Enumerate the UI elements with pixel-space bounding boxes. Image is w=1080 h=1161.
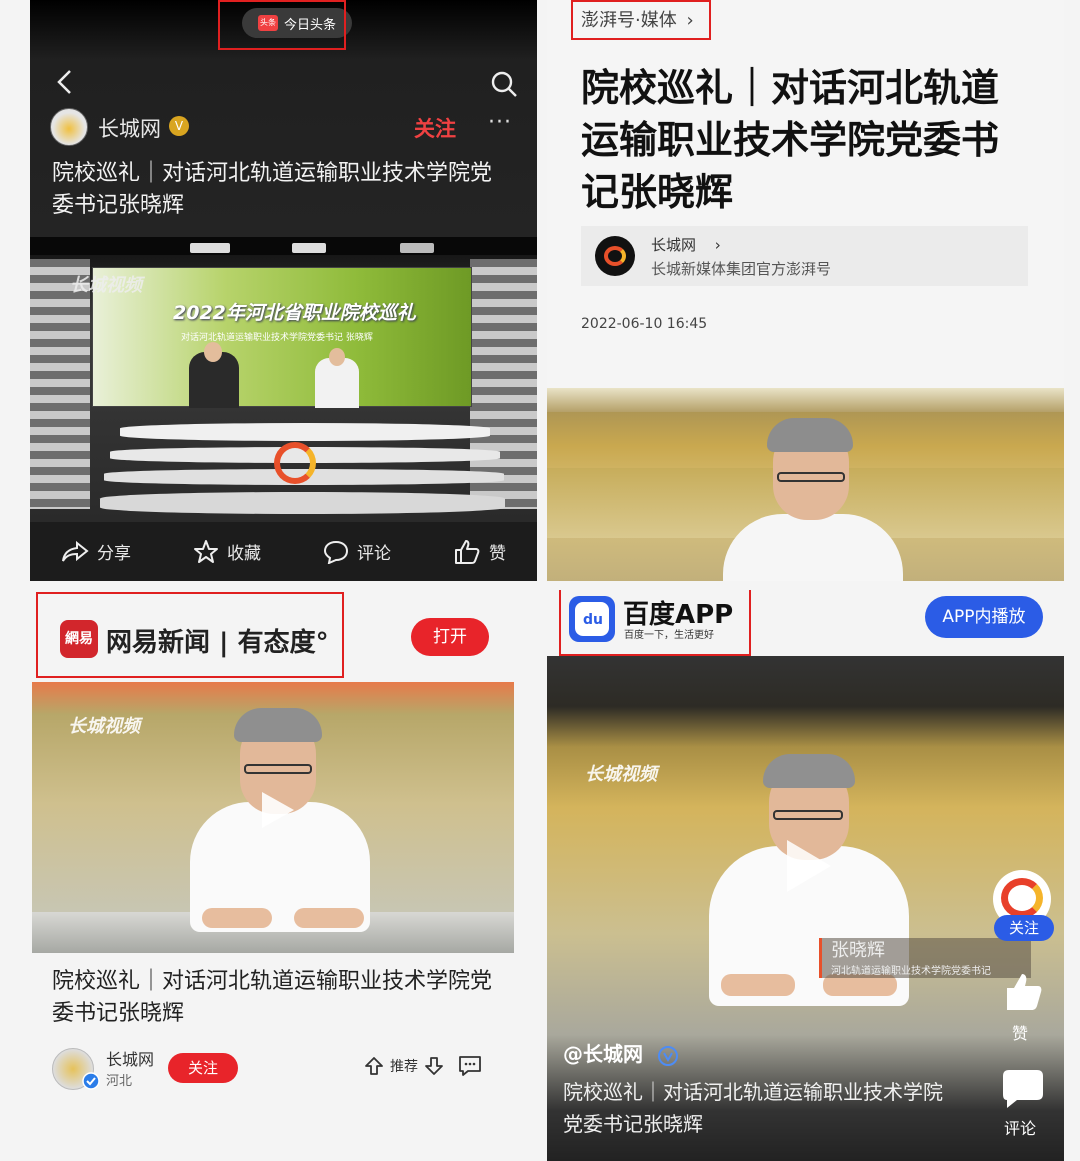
verified-badge-icon: [82, 1072, 100, 1090]
comment-label: 评论: [357, 544, 391, 564]
favorite-label: 收藏: [227, 544, 261, 564]
more-options-icon[interactable]: ···: [488, 110, 512, 135]
arrow-down-icon[interactable]: [424, 1056, 444, 1076]
baidu-panel: du 百度APP 百度一下，生活更好 APP内播放 长城视频 张晓辉 河北轨道运…: [547, 590, 1064, 1161]
search-icon[interactable]: [490, 70, 518, 98]
video-watermark: 长城视频: [68, 716, 140, 737]
pengpai-panel: 澎湃号·媒体 › 院校巡礼｜对话河北轨道运输职业技术学院党委书记张晓辉 长城网 …: [547, 0, 1064, 581]
toutiao-header: 头条 今日头条 长城网 V 关注 ··· 院校巡礼｜对话河北轨道运输职业技术学院…: [30, 0, 537, 237]
recommend-control: 推荐: [364, 1055, 482, 1077]
verified-badge-icon: [657, 1045, 678, 1066]
baidu-video-caption: 院校巡礼｜对话河北轨道运输职业技术学院党委书记张晓辉: [563, 1080, 943, 1136]
comment-icon: [323, 540, 349, 564]
share-label: 分享: [97, 544, 131, 564]
thumbs-up-icon: [455, 539, 480, 564]
favorite-button[interactable]: 收藏: [193, 539, 261, 565]
like-label: 赞: [489, 544, 506, 564]
play-icon[interactable]: [779, 836, 835, 896]
arrow-up-icon[interactable]: [364, 1056, 384, 1076]
toutiao-panel: 头条 今日头条 长城网 V 关注 ··· 院校巡礼｜对话河北轨道运输职业技术学院…: [30, 0, 537, 581]
netease-source-name[interactable]: 长城网: [106, 1046, 154, 1070]
pengpai-video[interactable]: [547, 388, 1064, 581]
interviewee-role: 河北轨道运输职业技术学院党委书记: [831, 966, 991, 977]
desk-logo-icon: [274, 442, 316, 484]
thumbs-up-icon[interactable]: [1001, 970, 1045, 1014]
video-watermark: 长城视频: [70, 275, 142, 296]
baidu-annotation-box: [559, 590, 751, 656]
video-banner-title: 2022年河北省职业院校巡礼: [173, 302, 416, 324]
pengpai-article-title: 院校巡礼｜对话河北轨道运输职业技术学院党委书记张晓辉: [581, 66, 1000, 214]
netease-annotation-box: [36, 592, 344, 678]
pengpai-annotation-box: [571, 0, 711, 40]
back-arrow-icon[interactable]: [54, 68, 76, 96]
publish-date: 2022-06-10 16:45: [581, 316, 708, 332]
video-banner-screen: 2022年河北省职业院校巡礼 对话河北轨道运输职业技术学院党委书记 张晓辉: [92, 267, 472, 408]
toutiao-action-bar: 分享 收藏 评论 赞: [30, 522, 537, 581]
baidu-comment-label: 评论: [1004, 1119, 1037, 1138]
like-button[interactable]: 赞: [453, 539, 506, 565]
toutiao-source-avatar[interactable]: [50, 108, 88, 146]
netease-source-region: 河北: [106, 1074, 133, 1089]
pengpai-source-avatar: [595, 236, 635, 276]
share-button[interactable]: 分享: [61, 539, 131, 564]
star-icon: [194, 539, 218, 563]
recommend-label: 推荐: [390, 1059, 418, 1075]
netease-panel: 網易 网易新闻 | 有态度° 打开 长城视频 院校巡礼｜对话河北轨道运输职业技术…: [30, 590, 537, 1161]
netease-follow-button[interactable]: 关注: [168, 1053, 238, 1083]
interviewee-figure: [723, 514, 903, 581]
chevron-right-icon: ›: [714, 236, 721, 254]
netease-video[interactable]: 长城视频: [32, 682, 514, 953]
toutiao-annotation-box: [218, 0, 346, 50]
video-banner-subtitle: 对话河北轨道运输职业技术学院党委书记 张晓辉: [181, 333, 373, 343]
video-watermark: 长城视频: [585, 764, 657, 785]
pengpai-source-name: 长城网: [651, 236, 697, 254]
pengpai-source-name-row: 长城网 ›: [651, 234, 721, 255]
interviewee-name: 张晓辉: [831, 940, 885, 961]
baidu-user-handle[interactable]: @长城网: [563, 1038, 678, 1067]
verified-badge-icon: V: [169, 116, 189, 136]
share-icon: [62, 540, 89, 562]
baidu-in-app-play-button[interactable]: APP内播放: [925, 596, 1043, 638]
baidu-follow-button[interactable]: 关注: [994, 915, 1054, 941]
toutiao-video[interactable]: 2022年河北省职业院校巡礼 对话河北轨道运输职业技术学院党委书记 张晓辉 长城…: [30, 237, 537, 522]
netease-open-button[interactable]: 打开: [411, 618, 489, 656]
comment-icon[interactable]: [1001, 1068, 1045, 1110]
pengpai-source-card[interactable]: 长城网 › 长城新媒体集团官方澎湃号: [581, 226, 1028, 286]
baidu-user-handle-text: @长城网: [563, 1042, 643, 1066]
baidu-like-label: 赞: [1012, 1024, 1029, 1043]
netease-article-title: 院校巡礼｜对话河北轨道运输职业技术学院党委书记张晓辉: [52, 969, 493, 1026]
pengpai-source-desc: 长城新媒体集团官方澎湃号: [651, 260, 832, 278]
toutiao-source-name[interactable]: 长城网: [98, 113, 161, 143]
comment-button[interactable]: 评论: [323, 539, 391, 564]
toutiao-article-title: 院校巡礼｜对话河北轨道运输职业技术学院党委书记张晓辉: [52, 161, 493, 218]
play-icon[interactable]: [254, 788, 298, 832]
toutiao-follow-button[interactable]: 关注: [414, 113, 456, 143]
comment-icon[interactable]: [458, 1055, 482, 1077]
